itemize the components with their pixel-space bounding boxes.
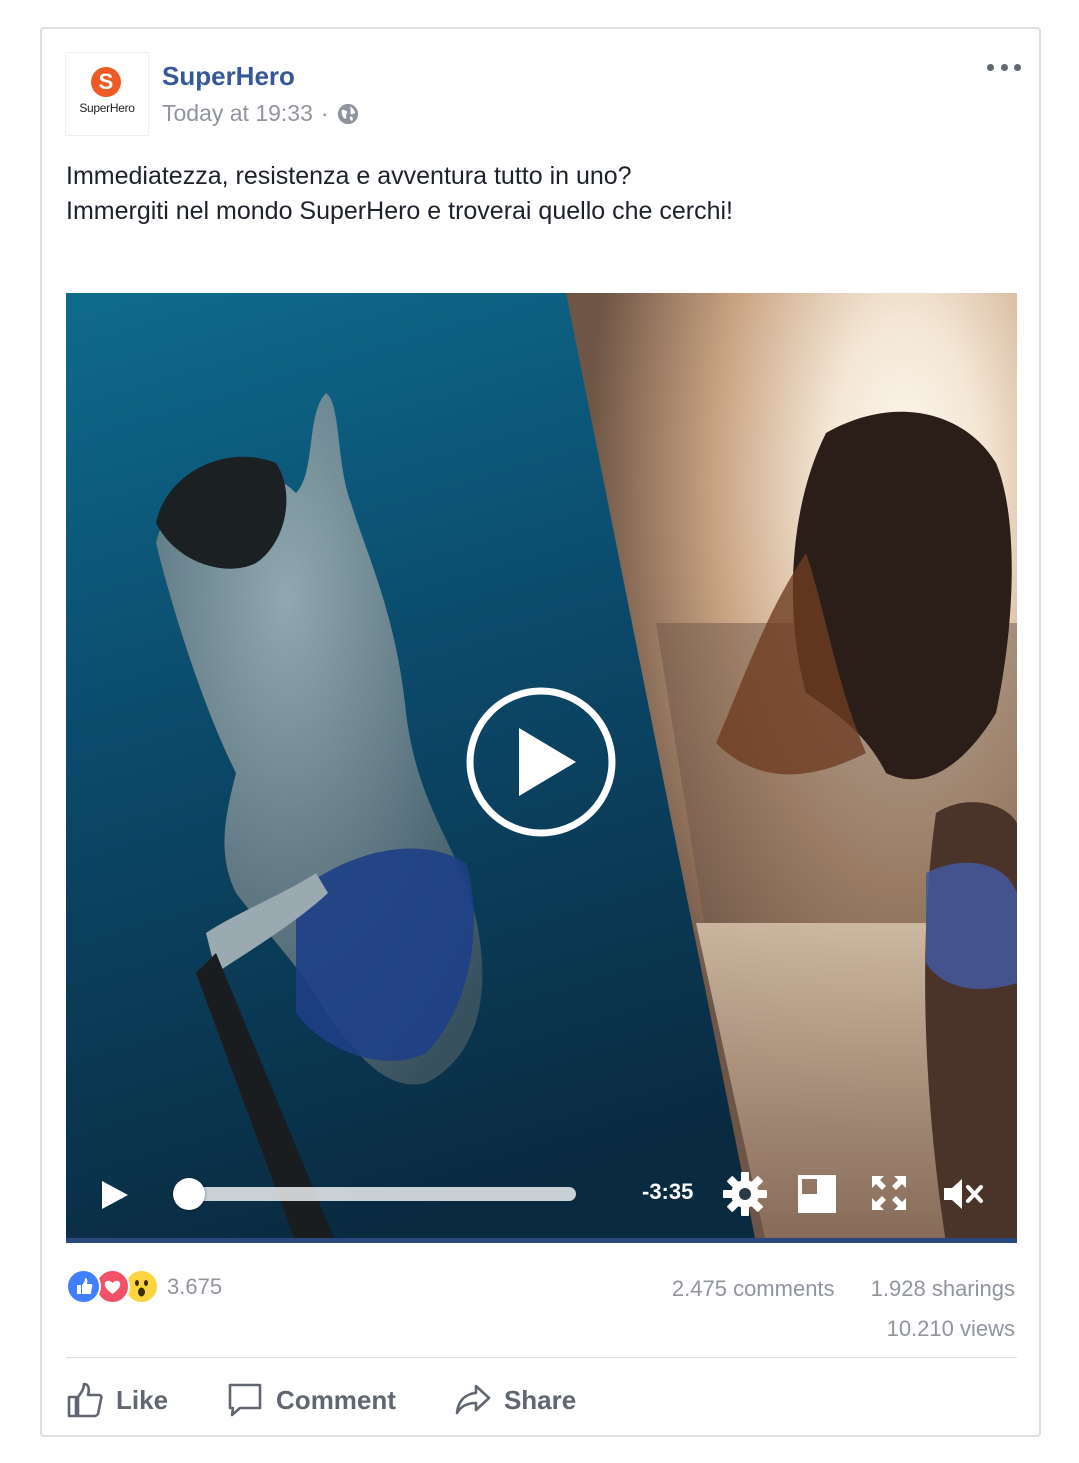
video-player[interactable]: -3:35 xyxy=(66,293,1017,1243)
post-text-line: Immergiti nel mondo SuperHero e troverai… xyxy=(66,197,733,225)
fullscreen-icon[interactable] xyxy=(870,1174,908,1212)
comments-count-link[interactable]: 2.475 comments xyxy=(672,1276,835,1301)
mute-icon[interactable] xyxy=(942,1176,984,1212)
scrubber-handle[interactable] xyxy=(173,1178,205,1210)
engagement-stats: 2.475 comments 1.928 sharings 10.210 vie… xyxy=(672,1269,1015,1349)
post-timestamp[interactable]: Today at 19:33 xyxy=(162,100,313,127)
share-icon xyxy=(455,1384,491,1415)
action-bar: Like Comment Share xyxy=(66,1375,634,1425)
comment-button[interactable]: Comment xyxy=(226,1381,396,1419)
shares-count-link[interactable]: 1.928 sharings xyxy=(871,1276,1015,1301)
reactions-summary[interactable]: 3.675 xyxy=(66,1269,222,1304)
actions-divider xyxy=(66,1357,1017,1358)
thumbs-up-icon xyxy=(67,1382,103,1418)
time-remaining: -3:35 xyxy=(642,1179,694,1204)
post-card: S SuperHero SuperHero Today at 19:33 · I… xyxy=(40,27,1041,1437)
views-count: 10.210 views xyxy=(886,1316,1015,1341)
share-label: Share xyxy=(503,1384,577,1415)
like-button[interactable]: Like xyxy=(66,1381,168,1419)
video-progress-bar[interactable] xyxy=(173,1178,576,1210)
superhero-logo-icon: S xyxy=(91,67,121,97)
video-bottom-bar xyxy=(66,1238,1017,1243)
like-label: Like xyxy=(116,1384,169,1415)
like-icon xyxy=(66,1269,101,1304)
comment-label: Comment xyxy=(276,1384,396,1415)
video-controls: -3:35 xyxy=(66,1143,1017,1243)
post-text: Immediatezza, resistenza e avventura tut… xyxy=(66,159,1006,229)
play-overlay-icon[interactable] xyxy=(464,685,618,839)
share-button[interactable]: Share xyxy=(454,1381,576,1419)
more-options-icon[interactable] xyxy=(987,59,1021,75)
page-avatar[interactable]: S SuperHero xyxy=(66,53,148,135)
post-text-line: Immediatezza, resistenza e avventura tut… xyxy=(66,162,632,190)
gear-icon[interactable] xyxy=(722,1171,768,1217)
reaction-count: 3.675 xyxy=(167,1273,223,1299)
page-name-link[interactable]: SuperHero xyxy=(162,61,295,92)
play-button-icon[interactable] xyxy=(100,1179,130,1211)
picture-in-picture-icon[interactable] xyxy=(797,1174,837,1214)
meta-separator: · xyxy=(320,100,329,126)
globe-icon[interactable] xyxy=(337,103,359,125)
post-meta: Today at 19:33 · xyxy=(162,100,359,127)
logo-wordmark: SuperHero xyxy=(79,101,135,115)
comment-icon xyxy=(228,1383,262,1417)
